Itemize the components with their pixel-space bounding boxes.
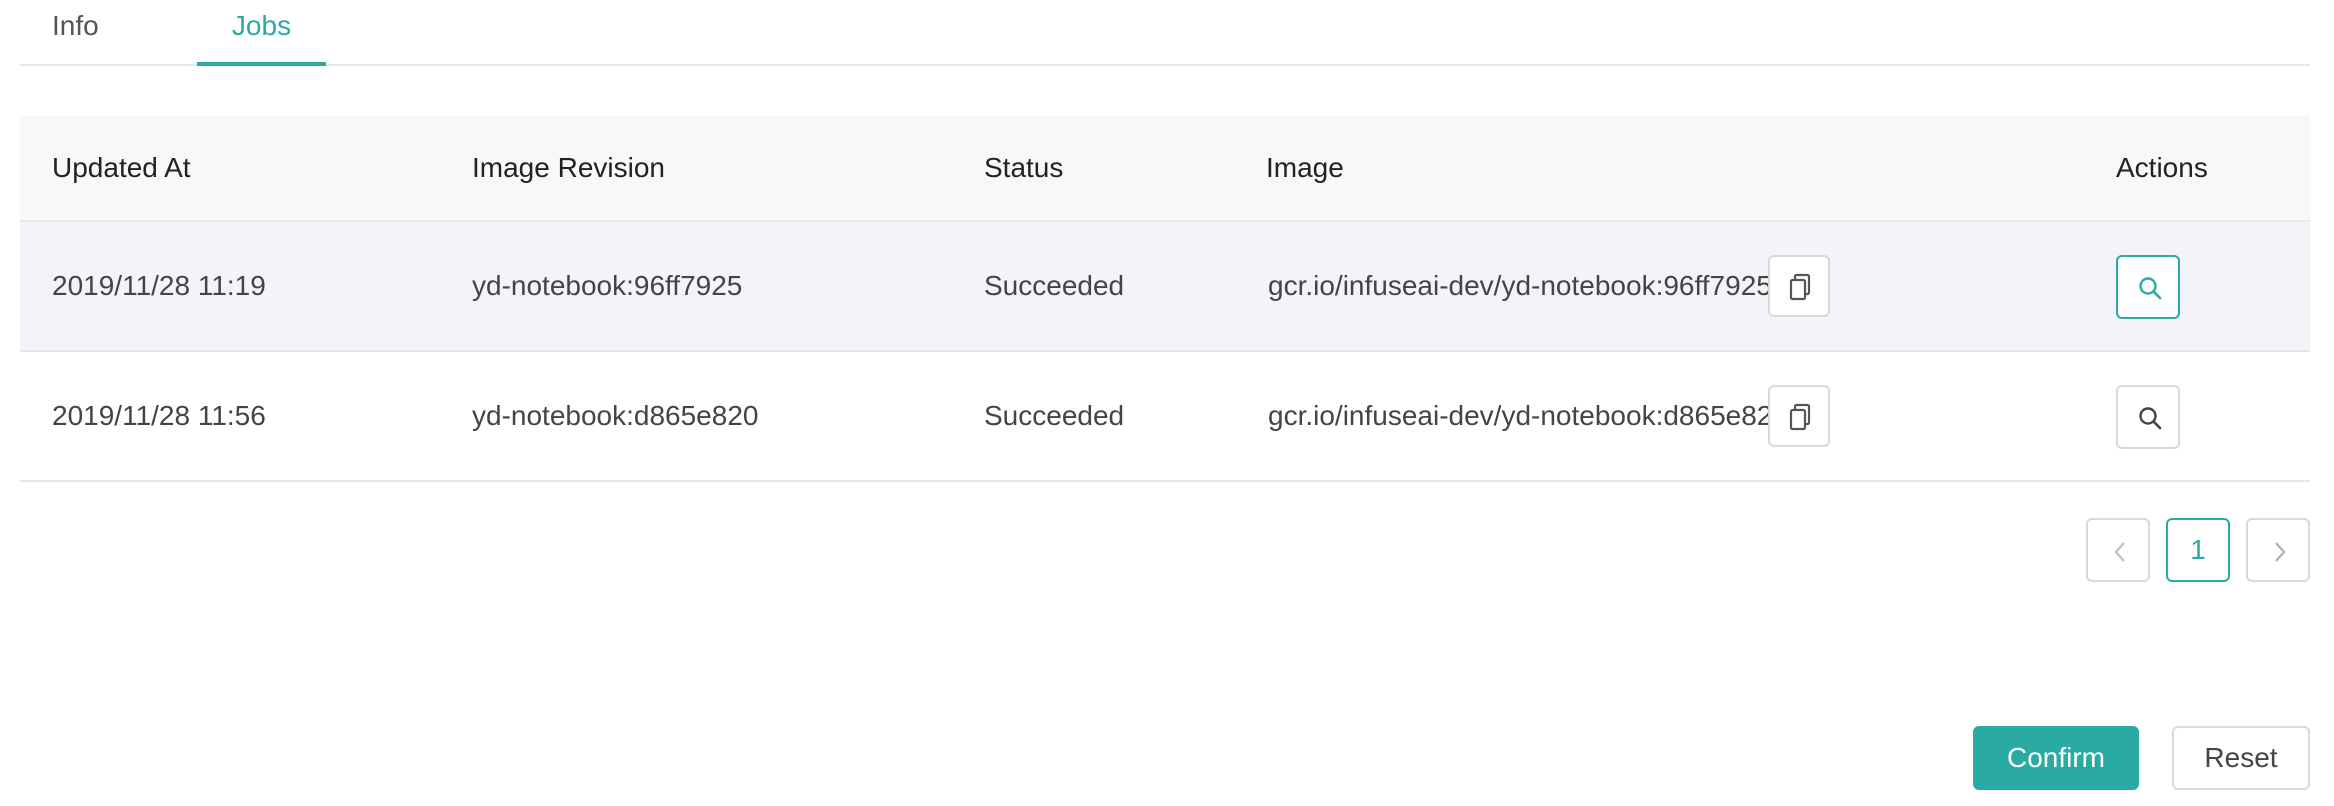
view-job-button[interactable] — [2116, 385, 2180, 449]
copy-icon — [1789, 273, 1811, 301]
table-row: 2019/11/28 11:56 yd-notebook:d865e820 Su… — [20, 352, 2310, 482]
pagination-page-1[interactable]: 1 — [2166, 518, 2230, 582]
header-image: Image — [1266, 152, 1344, 183]
view-job-button[interactable] — [2116, 255, 2180, 319]
cell-image: gcr.io/infuseai-dev/yd-notebook:d865e820 — [1268, 400, 1782, 431]
header-actions: Actions — [2116, 152, 2208, 183]
pagination-next-button[interactable] — [2246, 518, 2310, 582]
copy-image-button[interactable] — [1768, 255, 1830, 317]
header-status: Status — [984, 152, 1064, 183]
search-icon — [2139, 277, 2162, 300]
job-panel: Info Jobs Updated At Image Revision Stat… — [0, 0, 2334, 806]
cell-image-revision: yd-notebook:96ff7925 — [472, 270, 743, 301]
header-image-revision: Image Revision — [472, 152, 665, 183]
chevron-right-icon — [2275, 542, 2286, 562]
copy-icon — [1789, 403, 1811, 431]
pagination-prev-button[interactable] — [2086, 518, 2150, 582]
tab-info[interactable]: Info — [20, 0, 155, 66]
tab-jobs[interactable]: Jobs — [197, 0, 326, 66]
jobs-table: Updated At Image Revision Status Image A… — [20, 116, 2310, 482]
reset-button[interactable]: Reset — [2172, 726, 2310, 790]
header-updated-at: Updated At — [52, 152, 191, 183]
tab-bar: Info Jobs — [20, 0, 2310, 66]
cell-image-revision: yd-notebook:d865e820 — [472, 400, 759, 431]
confirm-button[interactable]: Confirm — [1973, 726, 2139, 790]
cell-image: gcr.io/infuseai-dev/yd-notebook:96ff7925 — [1268, 270, 1772, 301]
copy-image-button[interactable] — [1768, 385, 1830, 447]
cell-updated-at: 2019/11/28 11:19 — [52, 270, 266, 301]
search-icon — [2139, 407, 2162, 430]
chevron-left-icon — [2114, 542, 2125, 562]
cell-status: Succeeded — [984, 270, 1125, 301]
cell-updated-at: 2019/11/28 11:56 — [52, 400, 266, 431]
cell-status: Succeeded — [984, 400, 1125, 431]
table-header: Updated At Image Revision Status Image A… — [20, 116, 2310, 222]
table-row: 2019/11/28 11:19 yd-notebook:96ff7925 Su… — [20, 222, 2310, 352]
